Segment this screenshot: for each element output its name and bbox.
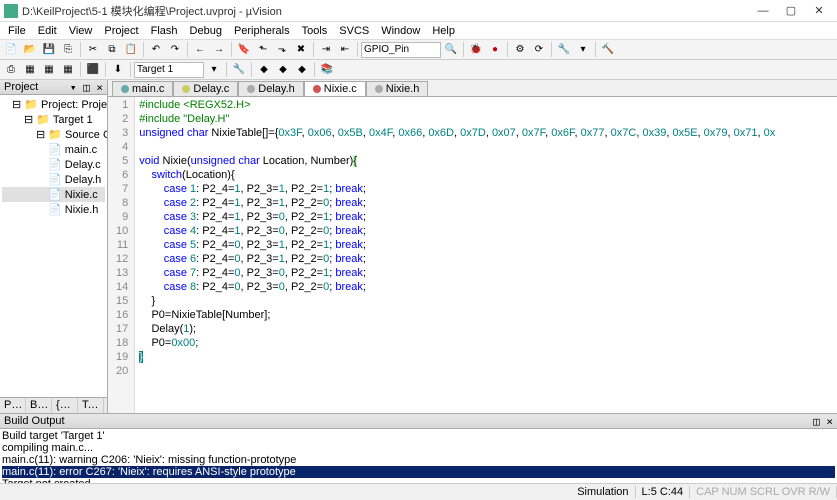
menu-edit[interactable]: Edit	[32, 25, 63, 37]
rebuild-icon[interactable]: ⟳	[530, 41, 548, 58]
project-bottom-tab[interactable]: Te...	[78, 398, 104, 413]
close-button[interactable]: ✕	[805, 2, 833, 20]
stop-build-icon[interactable]: ⬛	[84, 61, 102, 78]
project-bottom-tab[interactable]: Bo...	[26, 398, 52, 413]
undo-icon[interactable]: ↶	[147, 41, 165, 58]
editor-tab[interactable]: Nixie.h	[366, 81, 429, 96]
rebuild-all-icon[interactable]: ▦	[40, 61, 58, 78]
save-icon[interactable]: 💾	[40, 41, 58, 58]
menu-tools[interactable]: Tools	[296, 25, 334, 37]
fwd-icon[interactable]: →	[210, 41, 228, 58]
options-icon[interactable]: 🔧	[230, 61, 248, 78]
tree-target[interactable]: ⊟ 📁 Target 1	[2, 112, 105, 127]
editor-tab[interactable]: main.c	[112, 81, 173, 96]
menu-peripherals[interactable]: Peripherals	[228, 25, 296, 37]
indent-icon[interactable]: ⇥	[317, 41, 335, 58]
bookmark-icon[interactable]: 🔖	[235, 41, 253, 58]
editor-area: main.cDelay.cDelay.hNixie.cNixie.h 12345…	[108, 80, 837, 413]
arrow-down-icon[interactable]: ▾	[574, 41, 592, 58]
maximize-button[interactable]: ▢	[777, 2, 805, 20]
window-title: D:\KeilProject\5-1 模块化编程\Project.uvproj …	[22, 3, 749, 19]
configure-icon[interactable]: 🔨	[599, 41, 617, 58]
menu-svcs[interactable]: SVCS	[333, 25, 375, 37]
target-select[interactable]	[134, 62, 204, 78]
copy-icon[interactable]: ⧉	[103, 41, 121, 58]
paste-icon[interactable]: 📋	[122, 41, 140, 58]
project-bottom-tabs: Pr...Bo...{} Fu...Te...	[0, 397, 107, 413]
main-toolbar: 📄 📂 💾 ⎘ ✂ ⧉ 📋 ↶ ↷ ← → 🔖 ⬑ ⬎ ✖ ⇥ ⇤ 🔍 🐞 ● …	[0, 40, 837, 60]
books-icon[interactable]: 📚	[318, 61, 336, 78]
menu-flash[interactable]: Flash	[145, 25, 184, 37]
editor-tabs: main.cDelay.cDelay.hNixie.cNixie.h	[108, 80, 837, 97]
status-position: L:5 C:44	[636, 486, 691, 498]
build-output-header: Build Output ◫ ×	[0, 414, 837, 429]
debug-icon[interactable]: 🐞	[467, 41, 485, 58]
build-output-text[interactable]: Build target 'Target 1'compiling main.c.…	[0, 429, 837, 483]
download-icon[interactable]: ⬇	[109, 61, 127, 78]
project-pane: Project ▾ ◫ × ⊟ 📁 Project: Project ⊟ 📁 T…	[0, 80, 108, 413]
build-output-pane: Build Output ◫ × Build target 'Target 1'…	[0, 413, 837, 483]
project-pane-header: Project ▾ ◫ ×	[0, 80, 107, 95]
minimize-button[interactable]: —	[749, 2, 777, 20]
manage-icon[interactable]: ◆	[255, 61, 273, 78]
main-area: Project ▾ ◫ × ⊟ 📁 Project: Project ⊟ 📁 T…	[0, 80, 837, 413]
build-target-icon[interactable]: ▦	[21, 61, 39, 78]
project-tree[interactable]: ⊟ 📁 Project: Project ⊟ 📁 Target 1 ⊟ 📁 So…	[0, 95, 107, 397]
project-bottom-tab[interactable]: Pr...	[0, 398, 26, 413]
target-dropdown-icon[interactable]: ▾	[205, 61, 223, 78]
manage3-icon[interactable]: ◆	[293, 61, 311, 78]
save-all-icon[interactable]: ⎘	[59, 41, 77, 58]
tree-root[interactable]: ⊟ 📁 Project: Project	[2, 97, 105, 112]
project-pane-title: Project	[4, 81, 38, 93]
batch-build-icon[interactable]: ▦	[59, 61, 77, 78]
bookmark-next-icon[interactable]: ⬎	[273, 41, 291, 58]
project-pane-close-icon[interactable]: ▾ ◫ ×	[70, 81, 103, 94]
tree-file[interactable]: 📄 Delay.h	[2, 172, 105, 187]
back-icon[interactable]: ←	[191, 41, 209, 58]
tree-file[interactable]: 📄 main.c	[2, 142, 105, 157]
find-combo[interactable]	[361, 42, 441, 58]
titlebar: D:\KeilProject\5-1 模块化编程\Project.uvproj …	[0, 0, 837, 22]
build-output-title: Build Output	[4, 415, 65, 427]
bookmark-prev-icon[interactable]: ⬑	[254, 41, 272, 58]
menu-help[interactable]: Help	[426, 25, 461, 37]
build-toolbar: ⎙ ▦ ▦ ▦ ⬛ ⬇ ▾ 🔧 ◆ ◆ ◆ 📚	[0, 60, 837, 80]
menu-view[interactable]: View	[63, 25, 99, 37]
status-sim: Simulation	[571, 486, 635, 498]
new-file-icon[interactable]: 📄	[2, 41, 20, 58]
menu-project[interactable]: Project	[98, 25, 144, 37]
find-icon[interactable]: 🔍	[442, 41, 460, 58]
code-editor[interactable]: 1234567891011121314151617181920 #include…	[108, 97, 837, 413]
menubar: FileEditViewProjectFlashDebugPeripherals…	[0, 22, 837, 40]
editor-tab[interactable]: Nixie.c	[304, 81, 366, 96]
build-icon[interactable]: ⚙	[511, 41, 529, 58]
line-gutter: 1234567891011121314151617181920	[108, 97, 135, 413]
menu-file[interactable]: File	[2, 25, 32, 37]
breakpoint-icon[interactable]: ●	[486, 41, 504, 58]
menu-debug[interactable]: Debug	[184, 25, 228, 37]
statusbar: Simulation L:5 C:44 CAP NUM SCRL OVR R/W	[0, 483, 837, 500]
editor-tab[interactable]: Delay.c	[173, 81, 238, 96]
tree-file[interactable]: 📄 Nixie.c	[2, 187, 105, 202]
manage2-icon[interactable]: ◆	[274, 61, 292, 78]
tree-file[interactable]: 📄 Delay.c	[2, 157, 105, 172]
tree-file[interactable]: 📄 Nixie.h	[2, 202, 105, 217]
bookmark-clear-icon[interactable]: ✖	[292, 41, 310, 58]
translate-icon[interactable]: ⎙	[2, 61, 20, 78]
editor-tab[interactable]: Delay.h	[238, 81, 303, 96]
redo-icon[interactable]: ↷	[166, 41, 184, 58]
build-output-close-icon[interactable]: ◫ ×	[813, 415, 833, 428]
status-keys: CAP NUM SCRL OVR R/W	[690, 486, 837, 498]
code-content[interactable]: #include <REGX52.H>#include "Delay.H"uns…	[135, 97, 775, 413]
project-bottom-tab[interactable]: {} Fu...	[52, 398, 78, 413]
open-file-icon[interactable]: 📂	[21, 41, 39, 58]
tree-group[interactable]: ⊟ 📁 Source Group 1	[2, 127, 105, 142]
cut-icon[interactable]: ✂	[84, 41, 102, 58]
menu-window[interactable]: Window	[375, 25, 426, 37]
target-options-icon[interactable]: 🔧	[555, 41, 573, 58]
outdent-icon[interactable]: ⇤	[336, 41, 354, 58]
app-icon	[4, 4, 18, 18]
